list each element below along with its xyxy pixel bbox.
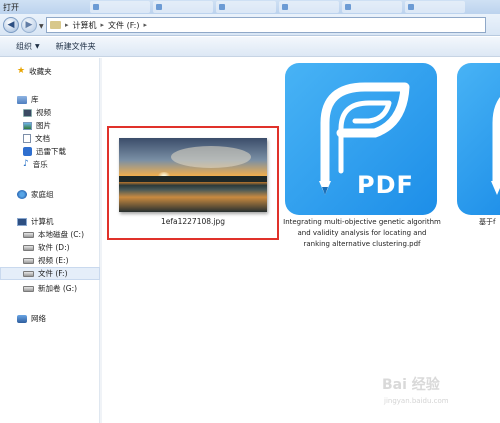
app-icon [93,4,99,10]
background-tab [153,1,213,13]
chevron-down-icon: ▼ [35,43,40,50]
recent-pages-dropdown[interactable]: ▼ [39,23,44,30]
treeline-shape [119,176,267,182]
sidebar-item-label: 库 [31,95,39,104]
picture-icon [23,121,32,130]
sidebar-item-drive-g[interactable]: 新加卷 (G:) [0,282,100,295]
sidebar-item-drive-e[interactable]: 视频 (E:) [0,254,100,267]
sidebar-item-pictures[interactable]: 图片 [0,119,100,132]
sidebar-item-label: 网络 [31,314,46,323]
address-bar[interactable]: ▸ 计算机 ▸ 文件 (F:) ▸ [46,17,486,33]
chevron-right-icon[interactable]: ▸ [65,21,69,29]
image-thumbnail [119,138,267,212]
arrow-right-icon: ▶ [25,20,33,30]
sidebar-item-homegroup[interactable]: 家庭组 [0,188,100,201]
background-taskbar-tabs [90,1,465,13]
watermark-url: jingyan.baidu.com [384,397,449,405]
file-item-pdf[interactable]: PDF [285,63,437,215]
app-icon [156,4,162,10]
drive-icon [23,244,34,251]
sidebar-item-documents[interactable]: 文档 [0,132,100,145]
breadcrumb-drive-f[interactable]: 文件 (F:) [108,20,139,31]
sidebar-item-label: 视频 (E:) [38,256,69,265]
sidebar-item-label: 迅雷下载 [36,147,66,156]
breadcrumb-computer[interactable]: 计算机 [73,20,97,31]
sidebar-item-music[interactable]: ♪ 音乐 [0,158,100,171]
sidebar-item-drive-f[interactable]: 文件 (F:) [0,267,100,280]
file-item-pdf-partial[interactable] [457,63,500,215]
command-bar: 组织 ▼ 新建文件夹 [0,37,500,57]
sidebar-item-label: 新加卷 (G:) [38,284,78,293]
network-icon [17,314,27,323]
pdf-document-icon [491,97,500,195]
sidebar-item-library[interactable]: 库 [0,93,100,106]
sidebar-item-label: 计算机 [31,217,54,226]
file-name: 1efa1227108.jpg [160,217,225,226]
file-name: 基于f [479,218,496,226]
file-name: Integrating multi-objective genetic algo… [282,217,442,250]
background-tab [216,1,276,13]
drive-icon [23,285,34,292]
chevron-right-icon[interactable]: ▸ [144,21,148,29]
organize-button[interactable]: 组织 ▼ [16,41,40,52]
sidebar-item-label: 本地磁盘 (C:) [38,230,84,239]
drive-icon [23,257,34,264]
new-folder-label: 新建文件夹 [55,42,96,51]
title-bar: 打开 [0,0,500,14]
download-icon [23,147,32,156]
sidebar-item-label: 文档 [35,134,50,143]
folder-icon [50,21,61,29]
background-tab [90,1,150,13]
pdf-label: PDF [357,171,414,199]
sidebar-item-label: 图片 [36,121,51,130]
drive-icon [23,270,34,277]
app-icon [219,4,225,10]
chevron-right-icon[interactable]: ▸ [101,21,105,29]
organize-label: 组织 [16,42,32,51]
sidebar-item-label: 文件 (F:) [38,269,68,278]
computer-icon [17,217,27,226]
app-icon [408,4,414,10]
baidu-jingyan-watermark: Bai 经验 jingyan.baidu.com [372,372,500,416]
sidebar-item-label: 软件 (D:) [38,243,70,252]
app-icon [282,4,288,10]
forward-button[interactable]: ▶ [21,17,37,33]
sidebar-item-drive-d[interactable]: 软件 (D:) [0,241,100,254]
sidebar-item-label: 收藏夹 [29,67,52,76]
sidebar-item-network[interactable]: 网络 [0,312,100,325]
new-folder-button[interactable]: 新建文件夹 [56,41,96,52]
library-icon [17,95,27,104]
cloud-shape [171,146,251,168]
file-list: 1efa1227108.jpg PDF Integrating multi-ob… [102,58,500,423]
background-tab [279,1,339,13]
sidebar-item-label: 家庭组 [31,190,54,199]
arrow-left-icon: ◀ [7,20,15,30]
music-note-icon: ♪ [23,159,29,169]
sidebar-item-drive-c[interactable]: 本地磁盘 (C:) [0,228,100,241]
sidebar-item-thunder-downloads[interactable]: 迅雷下载 [0,145,100,158]
file-item-jpg[interactable]: 1efa1227108.jpg [107,126,279,240]
background-tab [342,1,402,13]
navigation-pane: ★ 收藏夹 库 视频 图片 文档 迅雷下载 ♪ 音乐 家庭组 计算机 本地磁盘 … [0,58,100,423]
file-name-line: ranking alternative clustering.pdf [303,240,421,248]
window-title: 打开 [3,3,19,12]
file-name-line: and validity analysis for locating and [297,229,427,237]
file-name-line: Integrating multi-objective genetic algo… [283,218,441,226]
sidebar-item-label: 视频 [36,108,51,117]
watermark-logo: Bai 经验 [382,377,440,393]
sidebar-item-favorites[interactable]: ★ 收藏夹 [0,65,100,78]
background-tab [405,1,465,13]
homegroup-icon [17,190,27,199]
sidebar-item-label: 音乐 [32,160,48,169]
drive-icon [23,231,34,238]
document-icon [23,134,31,143]
sidebar-item-computer[interactable]: 计算机 [0,215,100,228]
navigation-bar: ◀ ▶ ▼ ▸ 计算机 ▸ 文件 (F:) ▸ [0,14,500,36]
star-icon: ★ [17,66,26,76]
app-icon [345,4,351,10]
video-icon [23,108,32,117]
back-button[interactable]: ◀ [3,17,19,33]
sidebar-item-videos[interactable]: 视频 [0,106,100,119]
